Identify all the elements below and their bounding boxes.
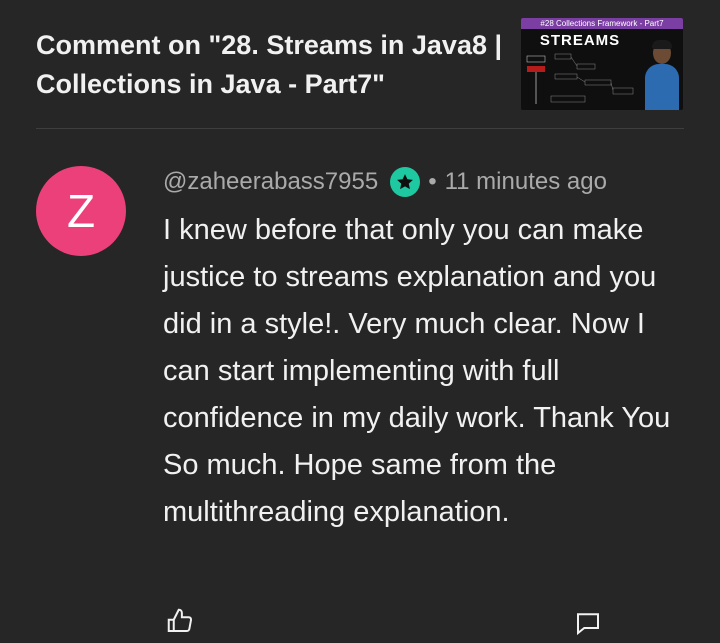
thumbs-up-icon[interactable]: [165, 606, 195, 641]
avatar[interactable]: Z: [36, 166, 126, 256]
comment-time: 11 minutes ago: [444, 168, 607, 195]
page-title: Comment on "28. Streams in Java8 | Colle…: [36, 30, 503, 99]
thumbnail-diagram: [526, 53, 634, 104]
thumbnail-presenter: [645, 40, 679, 110]
star-icon: [390, 167, 421, 197]
thumbnail-banner: #28 Collections Framework - Part7: [521, 18, 683, 29]
comment-icon[interactable]: [573, 608, 603, 643]
thumbnail-heading: STREAMS: [539, 32, 621, 49]
avatar-letter: Z: [66, 185, 96, 237]
comment-header: Comment on "28. Streams in Java8 | Colle…: [36, 26, 506, 104]
header-divider: [36, 128, 684, 129]
video-thumbnail[interactable]: #28 Collections Framework - Part7 STREAM…: [521, 18, 683, 110]
comment-meta: @zaheerabass7955 • 11 minutes ago: [163, 164, 607, 200]
comment-actions: [163, 606, 683, 636]
author-handle[interactable]: @zaheerabass7955: [163, 168, 378, 196]
meta-separator: •: [428, 168, 437, 195]
comment-text: I knew before that only you can make jus…: [163, 214, 671, 528]
